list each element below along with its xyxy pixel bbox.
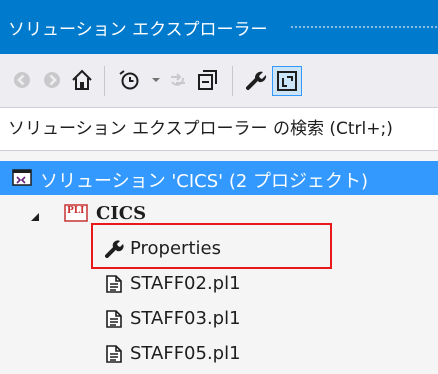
- tree-item-label: STAFF05.pl1: [130, 343, 241, 364]
- dropdown-arrow-icon[interactable]: [144, 68, 168, 92]
- pli-project-icon-text: PLI: [67, 206, 85, 216]
- search-input[interactable]: [0, 108, 438, 150]
- expanded-arrow-icon[interactable]: [30, 207, 40, 221]
- title-bar-grip[interactable]: [290, 25, 438, 30]
- pli-project-icon: PLI: [64, 204, 88, 222]
- window-title: ソリューション エクスプローラー: [8, 20, 268, 40]
- tree-item-label: Properties: [130, 238, 221, 259]
- source-file-icon: [104, 345, 124, 363]
- refresh-icon[interactable]: [166, 68, 190, 92]
- title-bar[interactable]: ソリューション エクスプローラー: [0, 0, 438, 54]
- tree-item-label: CICS: [96, 203, 147, 224]
- collapse-all-icon[interactable]: [196, 68, 220, 92]
- tree-item-properties[interactable]: Properties: [0, 232, 438, 266]
- solution-icon: [12, 169, 32, 187]
- toolbar-separator: [104, 66, 105, 96]
- tree-item-label: STAFF02.pl1: [130, 273, 241, 294]
- toolbar: [0, 54, 438, 107]
- tree-item-project[interactable]: PLI CICS: [0, 197, 438, 231]
- source-file-icon: [104, 275, 124, 293]
- tree-item-file[interactable]: STAFF02.pl1: [0, 267, 438, 301]
- tree-item-solution[interactable]: ソリューション 'CICS' (2 プロジェクト): [0, 161, 438, 195]
- tree-item-file[interactable]: STAFF05.pl1: [0, 337, 438, 371]
- solution-tree[interactable]: ソリューション 'CICS' (2 プロジェクト) PLI CICS Prope…: [0, 151, 438, 374]
- back-icon[interactable]: [10, 68, 34, 92]
- tree-item-label: ソリューション 'CICS' (2 プロジェクト): [40, 171, 369, 192]
- toolbar-separator: [232, 66, 233, 96]
- home-icon[interactable]: [70, 68, 94, 92]
- forward-icon[interactable]: [40, 68, 64, 92]
- search-box[interactable]: [0, 107, 438, 151]
- sync-view-icon[interactable]: [272, 66, 302, 96]
- wrench-icon: [104, 240, 124, 258]
- source-file-icon: [104, 310, 124, 328]
- tree-item-file[interactable]: STAFF03.pl1: [0, 302, 438, 336]
- tree-item-label: STAFF03.pl1: [130, 308, 241, 329]
- pending-changes-icon[interactable]: [118, 68, 142, 92]
- properties-icon[interactable]: [244, 68, 268, 92]
